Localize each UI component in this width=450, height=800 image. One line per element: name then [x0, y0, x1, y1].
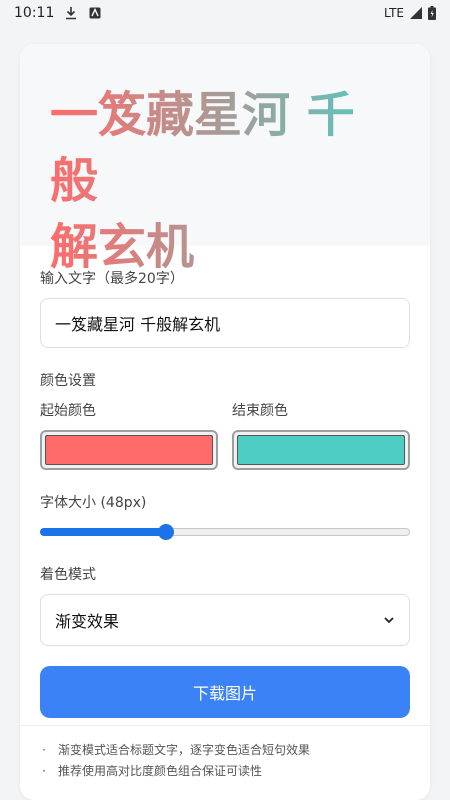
editor-card: 一笈藏星河 千般 解玄机 输入文字（最多20字） 颜色设置 起始颜色 结束颜色 … — [20, 44, 430, 800]
tip-text: 推荐使用高对比度颜色组合保证可读性 — [58, 764, 263, 778]
chevron-down-icon — [384, 617, 394, 624]
tip-item: · 推荐使用高对比度颜色组合保证可读性 — [42, 761, 410, 782]
mode-label: 着色模式 — [40, 567, 96, 583]
battery-icon — [428, 6, 436, 20]
end-color-group: 结束颜色 — [232, 400, 410, 470]
font-size-slider[interactable] — [40, 522, 410, 542]
tips-section: · 渐变模式适合标题文字，逐字变色适合短句效果 · 推荐使用高对比度颜色组合保证… — [20, 725, 430, 782]
text-input-label: 输入文字（最多20字） — [40, 271, 184, 287]
font-size-label: 字体大小 (48px) — [40, 495, 147, 511]
download-icon — [66, 7, 77, 20]
status-time: 10:11 — [14, 5, 55, 21]
preview-line-1: 一笈藏星河 千般 — [50, 82, 400, 214]
download-button[interactable]: 下载图片 — [40, 666, 410, 718]
text-input[interactable] — [40, 298, 410, 348]
color-section-label: 颜色设置 — [40, 373, 96, 389]
tip-bullet: · — [42, 743, 46, 757]
end-color-swatch — [237, 435, 405, 465]
color-row: 起始颜色 结束颜色 — [40, 400, 410, 470]
start-color-picker[interactable] — [40, 430, 218, 470]
tip-bullet: · — [42, 764, 46, 778]
start-color-swatch — [45, 435, 213, 465]
start-color-group: 起始颜色 — [40, 400, 218, 470]
tip-text: 渐变模式适合标题文字，逐字变色适合短句效果 — [58, 743, 311, 757]
tip-item: · 渐变模式适合标题文字，逐字变色适合短句效果 — [42, 740, 410, 761]
app-notification-icon — [89, 7, 101, 19]
preview-area: 一笈藏星河 千般 解玄机 — [20, 44, 430, 275]
status-right: LTE — [384, 6, 436, 20]
mode-selected-value: 渐变效果 — [55, 612, 120, 631]
status-left: 10:11 — [14, 5, 102, 21]
start-color-label: 起始颜色 — [40, 403, 96, 419]
signal-icon — [410, 7, 422, 19]
slider-thumb[interactable] — [158, 524, 174, 540]
status-bar: 10:11 LTE — [0, 0, 450, 26]
network-label: LTE — [384, 6, 404, 20]
settings-form: 输入文字（最多20字） 颜色设置 起始颜色 结束颜色 字体大小 (48px) — [20, 246, 430, 718]
end-color-label: 结束颜色 — [232, 403, 288, 419]
end-color-picker[interactable] — [232, 430, 410, 470]
slider-fill — [40, 528, 166, 536]
mode-select[interactable]: 渐变效果 — [40, 594, 410, 646]
